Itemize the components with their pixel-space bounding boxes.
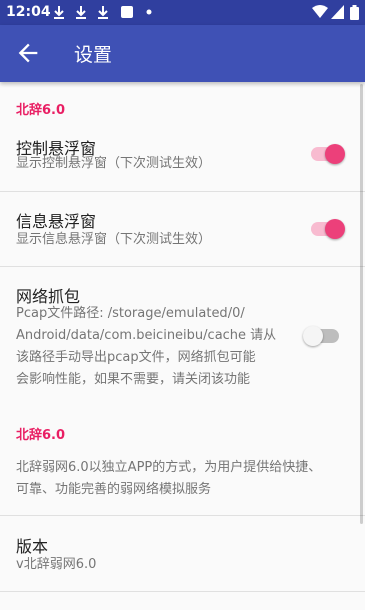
preference-summary-line: 会影响性能，如果不需要，请关闭该功能 [16, 372, 251, 387]
about-line: 北辞弱网6.0以独立APP的方式，为用户提供给快捷、 [16, 460, 322, 475]
status-time: 12:04 [6, 4, 51, 20]
arrow-back-icon[interactable] [14, 39, 42, 67]
download-icon [98, 6, 108, 19]
app-bar: 设置 [0, 25, 365, 82]
control-float-switch[interactable] [307, 142, 347, 166]
preference-summary-line: 该路径手动导出pcap文件，网络抓包可能 [16, 350, 256, 365]
page-title: 设置 [74, 44, 113, 66]
download-icon [54, 6, 64, 19]
app-icon [121, 6, 133, 18]
dot-icon [146, 9, 152, 15]
scrollbar[interactable] [360, 84, 363, 524]
preference-summary: 显示控制悬浮窗（下次测试生效） [16, 156, 212, 171]
divider [0, 191, 365, 192]
status-bar: 12:04 [0, 0, 365, 25]
divider [0, 515, 365, 516]
info-float-switch[interactable] [307, 217, 347, 241]
category-header: 北辞6.0 [16, 428, 66, 443]
preference-summary-line: Pcap文件路径: /storage/emulated/0/ [16, 306, 245, 321]
settings-list: 北辞6.0 控制悬浮窗 显示控制悬浮窗（下次测试生效） 信息悬浮窗 显示信息悬浮… [0, 82, 365, 610]
download-icon [76, 6, 86, 19]
signal-icon [331, 5, 344, 19]
version-value: v北辞弱网6.0 [16, 557, 97, 572]
wifi-icon [312, 5, 328, 18]
category-header: 北辞6.0 [16, 103, 66, 118]
about-line: 可靠、功能完善的弱网络模拟服务 [16, 482, 212, 497]
preference-title: 版本 [16, 537, 49, 556]
divider [0, 591, 365, 592]
preference-summary-line: Android/data/com.beicineibu/cache 请从 [16, 328, 277, 343]
capture-switch[interactable] [303, 324, 343, 348]
battery-icon [350, 5, 359, 20]
preference-title: 信息悬浮窗 [16, 212, 97, 231]
preference-summary: 显示信息悬浮窗（下次测试生效） [16, 232, 212, 247]
divider [0, 266, 365, 267]
